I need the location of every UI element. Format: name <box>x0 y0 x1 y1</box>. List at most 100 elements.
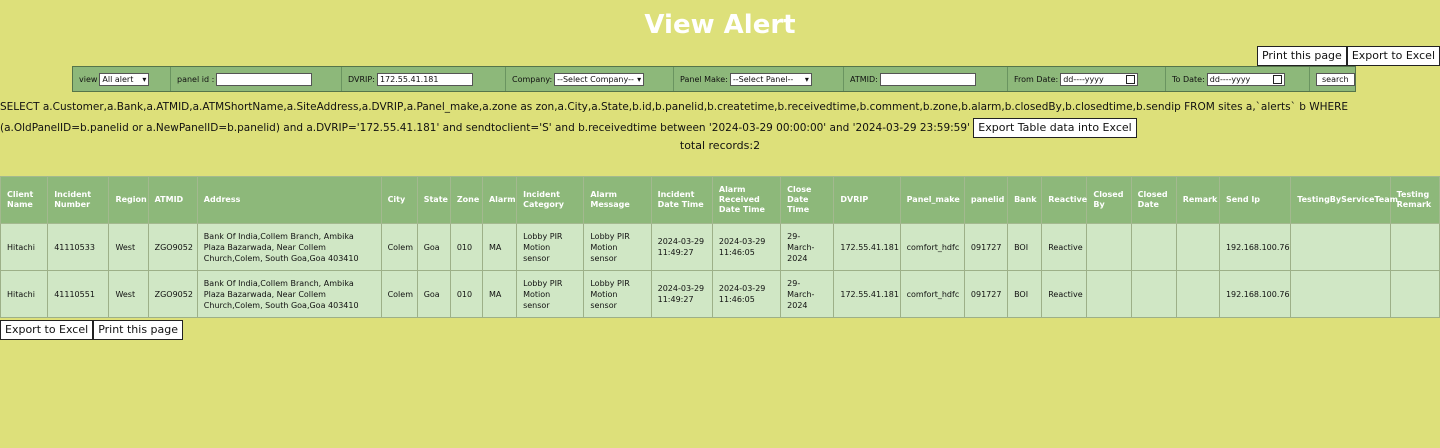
panel-make-select[interactable]: --Select Panel-- ▾ <box>729 72 812 86</box>
column-header: Alarm Message <box>583 176 652 224</box>
table-cell: 172.55.41.181 <box>833 270 901 318</box>
table-cell <box>1389 270 1440 318</box>
table-cell: comfort_hdfc <box>899 270 965 318</box>
table-cell: Colem <box>380 223 418 271</box>
table-cell: BOI <box>1007 223 1043 271</box>
panel-id-filter: panel id : <box>171 67 342 91</box>
table-cell: MA <box>481 223 518 271</box>
column-header: Testing Remark <box>1389 176 1440 224</box>
company-label: Company: <box>512 74 553 84</box>
search-cell: search <box>1310 67 1355 91</box>
column-header: State <box>416 176 451 224</box>
table-cell: Lobby PIR Motion sensor <box>583 270 652 318</box>
to-date-filter: To Date: dd----yyyy <box>1166 67 1310 91</box>
column-header: Closed By <box>1086 176 1132 224</box>
dvrip-input[interactable]: 172.55.41.181 <box>376 72 473 86</box>
table-row: Hitachi 41110533 West ZGO9052 Bank Of In… <box>0 223 1440 271</box>
panel-id-label: panel id : <box>177 74 215 84</box>
view-label: view <box>79 74 98 84</box>
table-cell: Reactive <box>1041 223 1088 271</box>
page-title: View Alert <box>644 10 796 40</box>
table-cell <box>1086 223 1132 271</box>
total-records: total records:2 <box>679 139 761 152</box>
view-select[interactable]: All alert ▾ <box>99 72 150 86</box>
print-page-button-bottom[interactable]: Print this page <box>93 320 184 340</box>
export-excel-button[interactable]: Export to Excel <box>1346 46 1440 66</box>
sql-query: SELECT a.Customer,a.Bank,a.ATMID,a.ATMSh… <box>0 97 1430 139</box>
table-cell: 2024-03-29 11:49:27 <box>650 223 713 271</box>
view-filter: view All alert ▾ <box>73 67 171 91</box>
table-cell <box>1290 223 1391 271</box>
column-header: Alarm <box>481 176 518 224</box>
column-header: DVRIP <box>833 176 901 224</box>
column-header: Client Name <box>0 176 49 224</box>
column-header: TestingByServiceTeam <box>1290 176 1398 224</box>
chevron-down-icon: ▾ <box>637 74 642 84</box>
table-cell: ZGO9052 <box>147 270 198 318</box>
column-header: panelid <box>963 176 1009 224</box>
table-cell: West <box>108 223 149 271</box>
chevron-down-icon: ▾ <box>804 74 809 84</box>
table-cell: Bank Of India,Collem Branch, Ambika Plaz… <box>196 270 382 318</box>
from-date-filter: From Date: dd----yyyy <box>1008 67 1166 91</box>
table-cell: 2024-03-29 11:49:27 <box>650 270 713 318</box>
atmid-label: ATMID: <box>850 74 878 84</box>
table-cell: 172.55.41.181 <box>833 223 901 271</box>
table-cell: ZGO9052 <box>147 223 198 271</box>
table-cell: West <box>108 270 149 318</box>
table-cell <box>1389 223 1440 271</box>
table-cell: Goa <box>416 270 451 318</box>
panel-make-label: Panel Make: <box>680 74 728 84</box>
to-date-placeholder: dd----yyyy <box>1209 74 1251 84</box>
column-header: Close Date Time <box>780 176 835 224</box>
table-cell <box>1175 270 1220 318</box>
column-header: Zone <box>449 176 483 224</box>
table-cell: Goa <box>416 223 451 271</box>
table-cell: 010 <box>449 223 483 271</box>
table-cell: 29-March-2024 <box>780 270 835 318</box>
column-header: Incident Number <box>47 176 110 224</box>
view-select-value: All alert <box>102 74 134 84</box>
column-header: Region <box>108 176 149 224</box>
atmid-filter: ATMID: <box>844 67 1008 91</box>
atmid-input[interactable] <box>879 72 976 86</box>
table-cell: 091727 <box>963 223 1009 271</box>
table-cell: 2024-03-29 11:46:05 <box>711 223 782 271</box>
chevron-down-icon: ▾ <box>142 74 147 84</box>
company-select-value: --Select Company-- <box>557 74 634 84</box>
table-cell: Lobby PIR Motion sensor <box>516 223 585 271</box>
column-header: Incident Date Time <box>650 176 713 224</box>
export-excel-button-bottom[interactable]: Export to Excel <box>0 320 94 340</box>
company-select[interactable]: --Select Company-- ▾ <box>554 72 645 86</box>
column-header: Address <box>196 176 382 224</box>
column-header: City <box>380 176 418 224</box>
table-cell <box>1130 223 1177 271</box>
company-filter: Company: --Select Company-- ▾ <box>506 67 674 91</box>
calendar-icon <box>1272 74 1282 84</box>
top-actions: Print this page Export to Excel <box>1256 46 1440 66</box>
table-cell: 2024-03-29 11:46:05 <box>711 270 782 318</box>
table-header-row: Client Name Incident Number Region ATMID… <box>0 176 1440 224</box>
search-button[interactable]: search <box>1316 72 1355 86</box>
from-date-input[interactable]: dd----yyyy <box>1060 72 1139 86</box>
column-header: Incident Category <box>516 176 585 224</box>
table-cell: MA <box>481 270 518 318</box>
column-header: Reactive <box>1041 176 1088 224</box>
print-page-button[interactable]: Print this page <box>1256 46 1347 66</box>
table-cell: 192.168.100.76 <box>1218 223 1292 271</box>
column-header: Alarm Received Date Time <box>711 176 782 224</box>
to-date-input[interactable]: dd----yyyy <box>1206 72 1285 86</box>
column-header: Remark <box>1175 176 1220 224</box>
table-cell: 091727 <box>963 270 1009 318</box>
table-cell <box>1086 270 1132 318</box>
table-cell <box>1175 223 1220 271</box>
dvrip-label: DVRIP: <box>348 74 375 84</box>
table-cell: comfort_hdfc <box>899 223 965 271</box>
panel-id-input[interactable] <box>216 72 313 86</box>
column-header: Bank <box>1007 176 1043 224</box>
table-cell: 010 <box>449 270 483 318</box>
export-table-button[interactable]: Export Table data into Excel <box>973 118 1137 138</box>
table-cell: Bank Of India,Collem Branch, Ambika Plaz… <box>196 223 382 271</box>
table-cell: 41110533 <box>47 223 110 271</box>
column-header: Closed Date <box>1130 176 1177 224</box>
